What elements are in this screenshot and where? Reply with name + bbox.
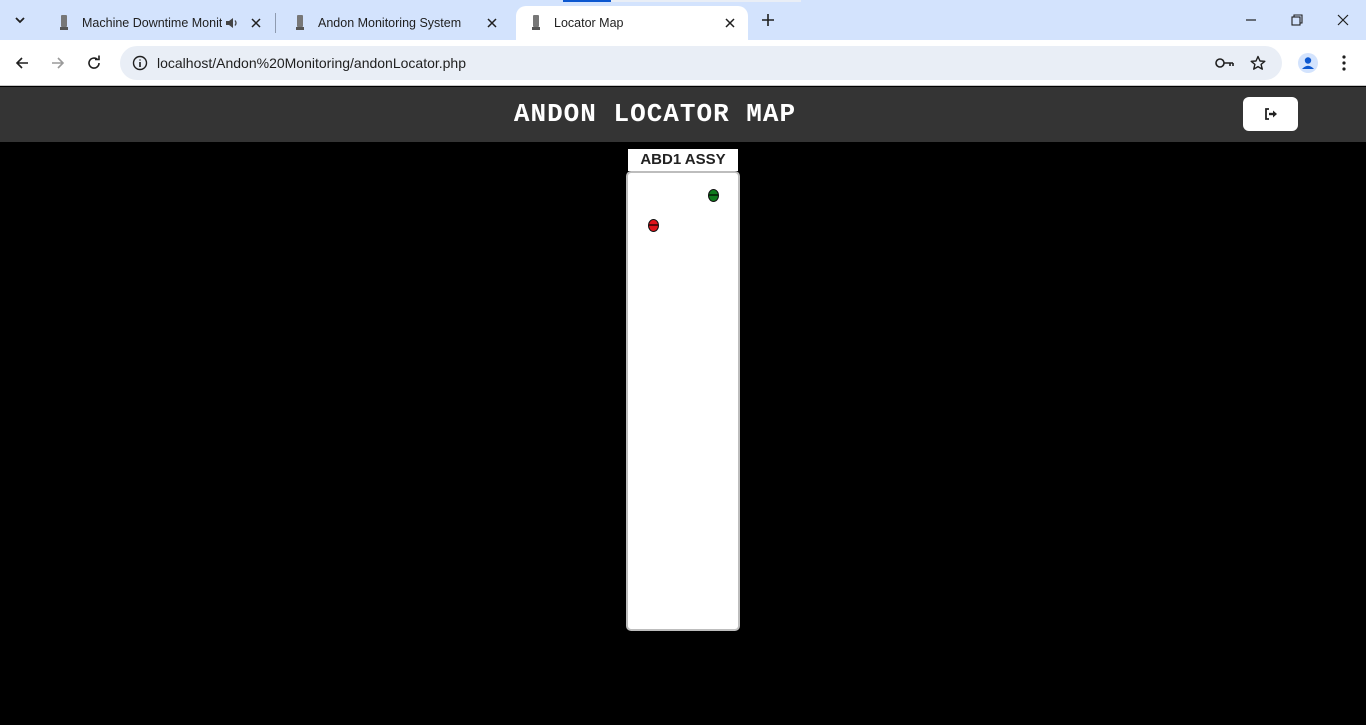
password-key-icon[interactable] <box>1213 51 1237 75</box>
tab-title: Machine Downtime Monito <box>82 16 222 30</box>
page-title: ANDON LOCATOR MAP <box>513 99 797 129</box>
bookmark-star-icon[interactable] <box>1246 51 1270 75</box>
tab-title: Andon Monitoring System <box>318 16 462 30</box>
back-button[interactable] <box>8 49 36 77</box>
speaker-icon[interactable] <box>222 13 242 33</box>
tab-strip: Machine Downtime Monito Andon Monitoring… <box>0 0 1366 40</box>
url-text: localhost/Andon%20Monitoring/andonLocato… <box>157 55 467 71</box>
line-area <box>626 171 740 631</box>
close-tab-icon[interactable] <box>482 13 502 33</box>
tab-title: Locator Map <box>554 16 624 30</box>
close-icon <box>1337 14 1349 26</box>
tab-search-button[interactable] <box>6 6 34 34</box>
chevron-down-icon <box>15 17 25 24</box>
andon-tower-icon <box>528 15 544 31</box>
profile-avatar[interactable] <box>1294 49 1322 77</box>
minimize-icon <box>1246 19 1256 21</box>
close-tab-icon[interactable] <box>720 13 740 33</box>
plus-icon <box>762 14 774 26</box>
minimize-button[interactable] <box>1228 0 1274 40</box>
andon-lamp-green[interactable] <box>708 189 719 202</box>
line-label: ABD1 ASSY <box>628 149 738 171</box>
arrow-left-icon <box>15 57 28 69</box>
restore-icon <box>1291 14 1303 26</box>
more-vert-icon <box>1342 55 1346 71</box>
forward-button[interactable] <box>44 49 72 77</box>
restore-button[interactable] <box>1274 0 1320 40</box>
reload-button[interactable] <box>80 49 108 77</box>
address-bar[interactable]: localhost/Andon%20Monitoring/andonLocato… <box>120 46 1282 80</box>
tab-loading-indicator <box>563 0 611 2</box>
tab-andon-monitoring[interactable]: Andon Monitoring System <box>280 6 510 40</box>
tab-locator-map[interactable]: Locator Map <box>516 6 748 40</box>
arrow-right-icon <box>52 57 65 69</box>
reload-icon <box>88 55 100 69</box>
browser-menu-button[interactable] <box>1330 49 1358 77</box>
sign-out-icon <box>1264 108 1277 120</box>
tab-separator <box>275 13 276 33</box>
tab-loading-track <box>611 0 801 2</box>
new-tab-button[interactable] <box>756 8 780 32</box>
close-window-button[interactable] <box>1320 0 1366 40</box>
andon-lamp-red[interactable] <box>648 219 659 232</box>
andon-tower-icon <box>292 15 308 31</box>
page-body: ANDON LOCATOR MAP ABD1 ASSY <box>0 87 1366 725</box>
page-header: ANDON LOCATOR MAP <box>0 87 1366 142</box>
browser-toolbar: localhost/Andon%20Monitoring/andonLocato… <box>0 40 1366 86</box>
andon-tower-icon <box>56 15 72 31</box>
close-tab-icon[interactable] <box>246 13 266 33</box>
site-info-icon[interactable] <box>128 51 152 75</box>
person-icon <box>1298 53 1318 73</box>
logout-button[interactable] <box>1243 97 1298 131</box>
tab-machine-downtime[interactable]: Machine Downtime Monito <box>44 6 274 40</box>
